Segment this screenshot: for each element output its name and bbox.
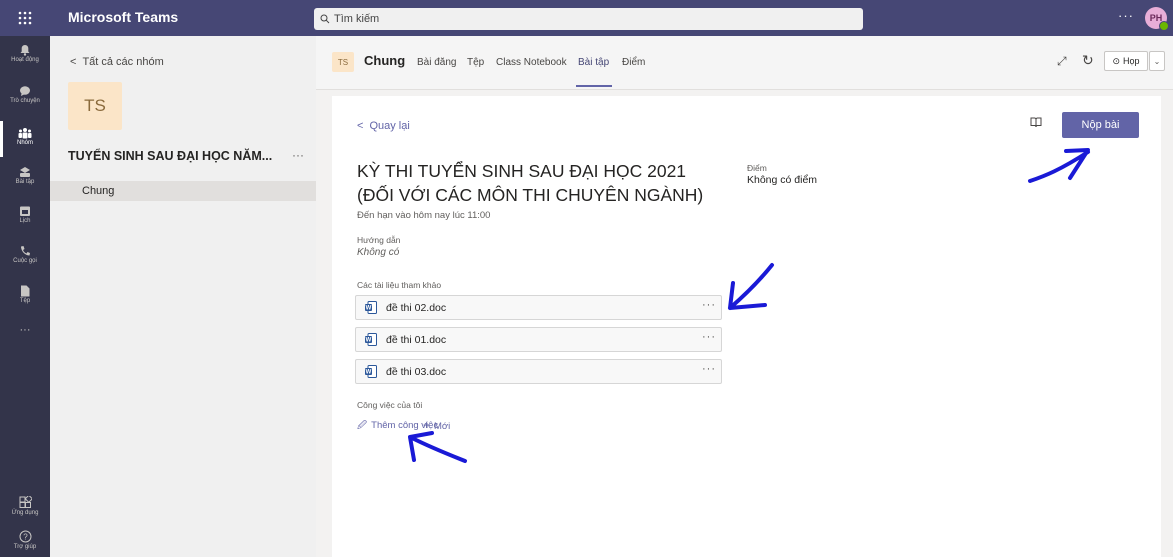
file-name: đề thi 03.doc <box>386 366 447 378</box>
my-work-label: Công việc của tôi <box>357 400 423 410</box>
presence-status-icon <box>1159 21 1169 31</box>
expand-icon[interactable]: ⤢ <box>1057 54 1067 69</box>
points-value: Không có điểm <box>747 174 818 186</box>
word-doc-icon: W <box>365 301 377 314</box>
rail-item-calls[interactable]: Cuộc gọi <box>0 245 50 264</box>
teams-icon <box>18 128 32 139</box>
phone-icon <box>21 246 30 256</box>
calendar-icon <box>20 206 30 216</box>
channel-title: Chung <box>364 53 406 68</box>
rail-label: Bài tập <box>15 179 35 185</box>
svg-text:W: W <box>366 370 372 376</box>
due-date: Đến hạn vào hôm nay lúc 11:00 <box>357 210 491 221</box>
rail-item-apps[interactable]: Ứng dụng <box>0 496 50 516</box>
rail-item-assignments[interactable]: Bài tập <box>0 166 50 185</box>
channel-avatar: TS <box>332 52 354 72</box>
chat-icon <box>20 86 30 96</box>
meet-label: Họp <box>1123 56 1140 66</box>
instructions-label: Hướng dẫn <box>357 235 401 245</box>
rail-item-files[interactable]: Tệp <box>0 285 50 304</box>
tab-grades[interactable]: Điểm <box>622 57 645 68</box>
plus-icon: + <box>423 418 431 432</box>
rail-item-calendar[interactable]: Lịch <box>0 205 50 224</box>
paperclip-icon: 🖉 <box>357 420 368 431</box>
file-name: đề thi 01.doc <box>386 334 447 346</box>
search-input[interactable]: Tìm kiếm <box>314 8 863 30</box>
rail-item-more[interactable]: ··· <box>0 324 50 336</box>
file-more-options-icon[interactable]: ··· <box>702 299 716 311</box>
rail-label: Lịch <box>19 218 31 224</box>
reference-file[interactable]: W đề thi 03.doc ··· <box>355 359 722 384</box>
rail-label: Cuộc gọi <box>13 258 37 264</box>
references-label: Các tài liệu tham khảo <box>357 280 442 290</box>
search-icon <box>320 14 330 24</box>
active-tab-indicator <box>576 85 612 87</box>
svg-text:W: W <box>366 338 372 344</box>
team-avatar: TS <box>68 82 122 130</box>
rail-label: Hoạt động <box>11 57 39 63</box>
app-name: Microsoft Teams <box>68 9 179 25</box>
rail-item-chat[interactable]: Trò chuyện <box>0 85 50 104</box>
rail-label: Tệp <box>19 298 31 304</box>
back-link[interactable]: < Quay lại <box>357 120 410 132</box>
team-name: TUYỂN SINH SAU ĐẠI HỌC NĂM... <box>68 149 273 163</box>
immersive-reader-icon[interactable] <box>1030 116 1042 130</box>
svg-text:?: ? <box>23 532 28 541</box>
assignments-icon <box>20 167 30 177</box>
rail-item-help[interactable]: ? Trợ giúp <box>0 530 50 550</box>
meet-dropdown-chevron-icon[interactable]: ⌄ <box>1149 51 1165 71</box>
rail-item-teams[interactable]: Nhóm <box>0 127 50 146</box>
svg-text:W: W <box>366 306 372 312</box>
apps-icon <box>19 496 32 508</box>
new-button[interactable]: + Mới <box>423 418 450 432</box>
meet-button[interactable]: ⊙ Họp <box>1104 51 1148 71</box>
bell-icon <box>20 45 30 56</box>
file-name: đề thi 02.doc <box>386 302 447 314</box>
rail-label: Trò chuyện <box>10 98 40 104</box>
rail-item-activity[interactable]: Hoạt động <box>0 44 50 63</box>
tab-files[interactable]: Tệp <box>467 57 484 68</box>
all-teams-link[interactable]: < Tất cả các nhóm <box>70 56 164 68</box>
word-doc-icon: W <box>365 333 377 346</box>
rail-label: Trợ giúp <box>13 544 37 550</box>
app-launcher-icon[interactable] <box>0 0 50 36</box>
tab-posts[interactable]: Bài đăng <box>417 57 456 68</box>
submit-button[interactable]: Nộp bài <box>1062 112 1139 138</box>
chevron-left-icon: < <box>70 56 77 68</box>
team-more-options-icon[interactable]: ··· <box>292 148 304 162</box>
all-teams-label: Tất cả các nhóm <box>82 56 164 68</box>
file-more-options-icon[interactable]: ··· <box>702 331 716 343</box>
file-more-options-icon[interactable]: ··· <box>702 363 716 375</box>
word-doc-icon: W <box>365 365 377 378</box>
chevron-left-icon: < <box>357 120 364 132</box>
search-placeholder: Tìm kiếm <box>334 13 380 25</box>
more-options-icon[interactable]: ··· <box>1118 8 1134 23</box>
file-icon <box>21 285 30 297</box>
tab-assignments[interactable]: Bài tập <box>578 57 609 68</box>
assignment-title: KỲ THI TUYỂN SINH SAU ĐẠI HỌC 2021 (ĐỐI … <box>357 161 704 205</box>
channel-label: Chung <box>82 185 115 197</box>
rail-label: Nhóm <box>16 140 33 146</box>
instructions-value: Không có <box>357 247 400 258</box>
new-label: Mới <box>434 421 451 432</box>
reference-file[interactable]: W đề thi 01.doc ··· <box>355 327 722 352</box>
more-icon: ··· <box>19 324 31 336</box>
back-label: Quay lại <box>369 120 410 132</box>
tab-class-notebook[interactable]: Class Notebook <box>496 57 567 68</box>
reference-file[interactable]: W đề thi 02.doc ··· <box>355 295 722 320</box>
help-icon: ? <box>19 530 31 543</box>
points-label: Điểm <box>747 163 767 173</box>
rail-label: Ứng dụng <box>11 510 39 516</box>
video-camera-icon: ⊙ <box>1112 55 1121 66</box>
refresh-icon[interactable]: ↻ <box>1082 52 1094 69</box>
